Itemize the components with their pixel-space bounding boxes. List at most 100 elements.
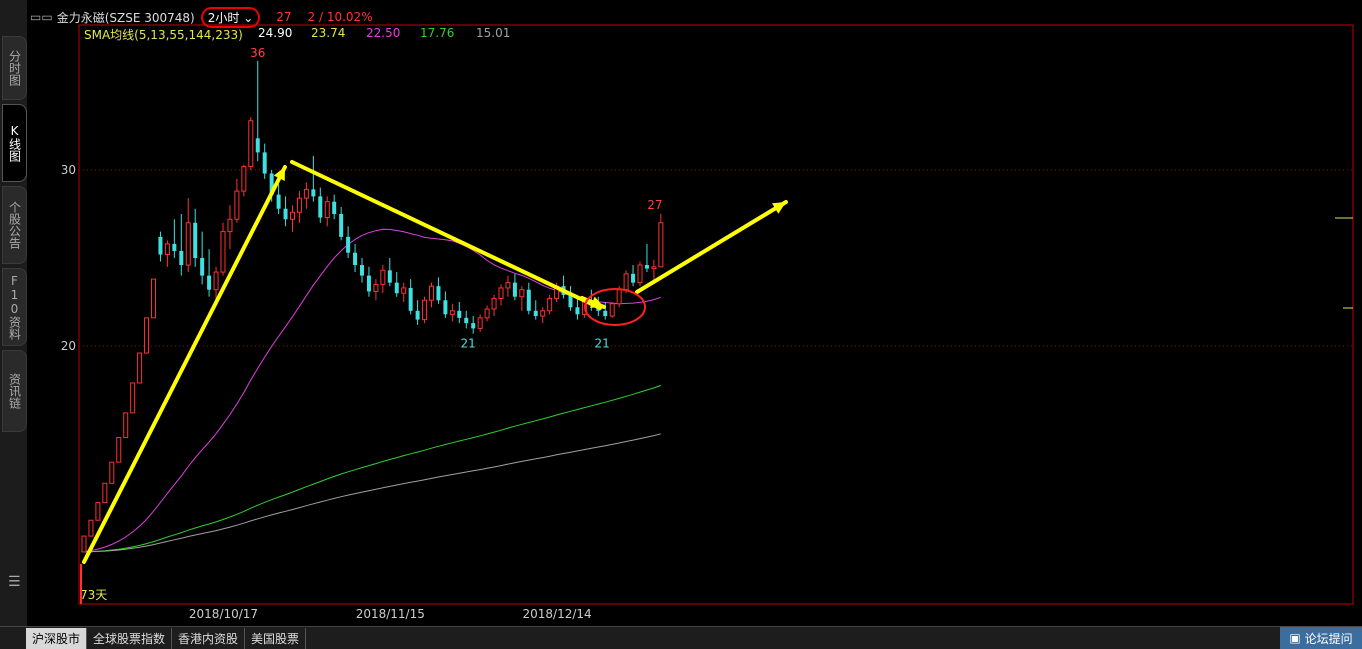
- candle-body: [505, 282, 511, 289]
- tab-news-chain[interactable]: 资讯链: [2, 350, 27, 432]
- bottom-bar: 沪深股市 全球股票指数 香港内资股 美国股票 ▣ 论坛提问: [0, 626, 1362, 649]
- candle-body: [623, 273, 629, 291]
- candle-body: [616, 289, 622, 305]
- sma-legend[interactable]: SMA均线(5,13,55,144,233) 24.90 23.74 22.50…: [84, 26, 510, 43]
- candle-body: [436, 286, 441, 301]
- sma-144-line: [83, 384, 662, 553]
- tab-f10[interactable]: F10资料: [2, 268, 27, 346]
- candle-body: [477, 317, 483, 329]
- tab-global-index[interactable]: 全球股票指数: [87, 627, 173, 649]
- candle: [436, 277, 441, 304]
- candle: [318, 187, 323, 223]
- candle-body: [658, 222, 664, 268]
- candle: [631, 265, 636, 287]
- candle: [102, 482, 108, 504]
- candle-body: [151, 278, 156, 319]
- candle-body: [172, 243, 177, 251]
- candle-body: [609, 303, 615, 317]
- candle-body: [366, 275, 371, 292]
- candle-body: [373, 283, 379, 292]
- tab-announcements[interactable]: 个股公告: [2, 186, 27, 264]
- candle: [158, 231, 163, 262]
- candle-body: [296, 197, 302, 213]
- candle: [457, 302, 462, 324]
- candle-body: [179, 250, 184, 266]
- candle-body: [540, 310, 546, 317]
- candle-body: [339, 214, 344, 237]
- candle: [172, 219, 177, 258]
- candle-body: [109, 461, 115, 484]
- candle-body: [241, 165, 247, 192]
- candle: [353, 243, 358, 273]
- sma-label[interactable]: SMA均线(5,13,55,144,233): [84, 26, 258, 43]
- candle-body: [311, 189, 316, 197]
- candle-body: [290, 211, 295, 220]
- candle-body: [471, 323, 476, 329]
- candle: [464, 310, 469, 329]
- candle: [526, 282, 531, 315]
- candle: [332, 194, 337, 220]
- period-selector[interactable]: 2小时 ⌄: [200, 6, 261, 28]
- candle: [109, 461, 115, 484]
- tab-us-stocks[interactable]: 美国股票: [245, 627, 307, 649]
- trend-arrow-up: [82, 165, 287, 564]
- candle: [519, 286, 525, 311]
- forum-question-button[interactable]: ▣ 论坛提问: [1280, 627, 1362, 649]
- kline-chart[interactable]: 20 30 2018/10/17 2018/11/15 2018/12/14 36 21 21…: [0, 0, 1362, 626]
- candle: [248, 117, 254, 170]
- x-tick-label: 2018/10/17: [189, 607, 258, 621]
- candle: [366, 266, 371, 297]
- sma-55-value: 22.50: [366, 26, 401, 40]
- candle: [255, 60, 260, 162]
- trend-line-down: [290, 160, 602, 310]
- candle-body: [346, 236, 351, 253]
- candle: [151, 278, 156, 319]
- menu-icon[interactable]: ☰: [8, 574, 21, 590]
- candle-body: [116, 437, 122, 463]
- candle: [144, 317, 150, 354]
- candle: [561, 275, 566, 299]
- candle: [116, 437, 122, 463]
- candle: [449, 303, 455, 322]
- tab-hk-shares[interactable]: 香港内资股: [172, 627, 246, 649]
- sidebar: 分时图 K线图 个股公告 F10资料 资讯链 ☰: [0, 0, 27, 626]
- candle-body: [158, 236, 163, 255]
- candle: [88, 519, 94, 537]
- candle: [346, 226, 351, 258]
- candle-body: [193, 222, 198, 258]
- candle-body: [360, 265, 364, 276]
- tab-kline[interactable]: K线图: [2, 104, 27, 182]
- candle-body: [332, 201, 337, 214]
- candle: [603, 302, 608, 320]
- candle: [408, 279, 413, 315]
- candle-body: [380, 269, 386, 285]
- candle-body: [415, 310, 420, 320]
- candle: [123, 412, 129, 439]
- candle-body: [227, 218, 233, 233]
- candle: [95, 502, 101, 521]
- tab-shsz-market[interactable]: 沪深股市: [26, 627, 88, 649]
- tab-timeshare[interactable]: 分时图: [2, 36, 27, 100]
- listing-bar: [80, 564, 82, 604]
- plot-frame: [78, 24, 1354, 605]
- last-price: 27: [276, 10, 292, 24]
- candle: [491, 294, 497, 317]
- days-label: 73天: [80, 588, 107, 602]
- chevron-down-icon: ⌄: [243, 10, 254, 25]
- candle-body: [185, 222, 191, 266]
- x-tick-label: 2018/11/15: [356, 607, 425, 621]
- candle-body: [255, 138, 260, 153]
- candle-body: [547, 297, 553, 312]
- candle-body: [137, 352, 143, 384]
- candle: [130, 382, 136, 414]
- candle-body: [519, 289, 525, 298]
- candle-body: [262, 152, 267, 174]
- candle: [540, 307, 546, 324]
- low-label: 21: [595, 337, 610, 351]
- candle: [373, 279, 379, 301]
- candle-body: [123, 412, 129, 439]
- sma-233-line: [83, 433, 662, 553]
- candle-body: [88, 519, 94, 537]
- candle: [283, 196, 288, 227]
- candle-body: [387, 270, 392, 283]
